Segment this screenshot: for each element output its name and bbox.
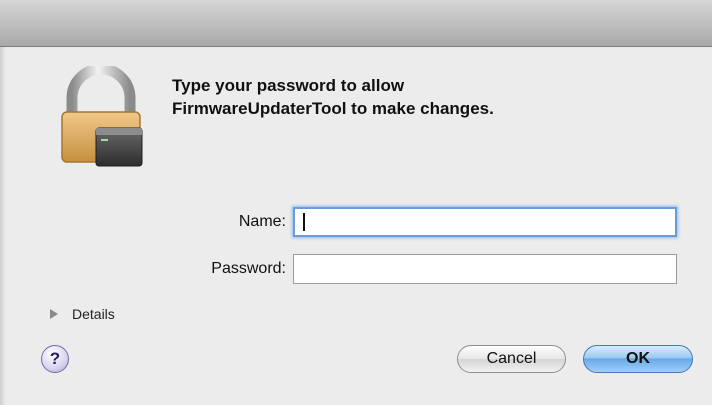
ok-button[interactable]: OK — [583, 345, 693, 373]
dialog-message-line-1: Type your password to allow — [172, 76, 405, 95]
password-field[interactable] — [293, 254, 677, 284]
details-label: Details — [72, 306, 115, 322]
lock-icon — [61, 66, 143, 167]
disclosure-triangle-icon — [50, 309, 58, 319]
authorization-dialog: Type your password to allow FirmwareUpda… — [0, 0, 712, 405]
window-edge — [0, 47, 6, 405]
name-label: Name: — [238, 213, 286, 230]
text-cursor — [303, 213, 305, 231]
cancel-button[interactable]: Cancel — [457, 345, 566, 373]
details-disclosure[interactable]: Details — [50, 306, 115, 322]
dialog-message: Type your password to allow FirmwareUpda… — [172, 74, 672, 120]
password-label: Password: — [211, 260, 286, 277]
name-field[interactable] — [293, 207, 677, 237]
help-button[interactable]: ? — [41, 345, 69, 373]
title-bar[interactable] — [0, 0, 712, 47]
dialog-message-line-2: FirmwareUpdaterTool to make changes. — [172, 99, 494, 118]
